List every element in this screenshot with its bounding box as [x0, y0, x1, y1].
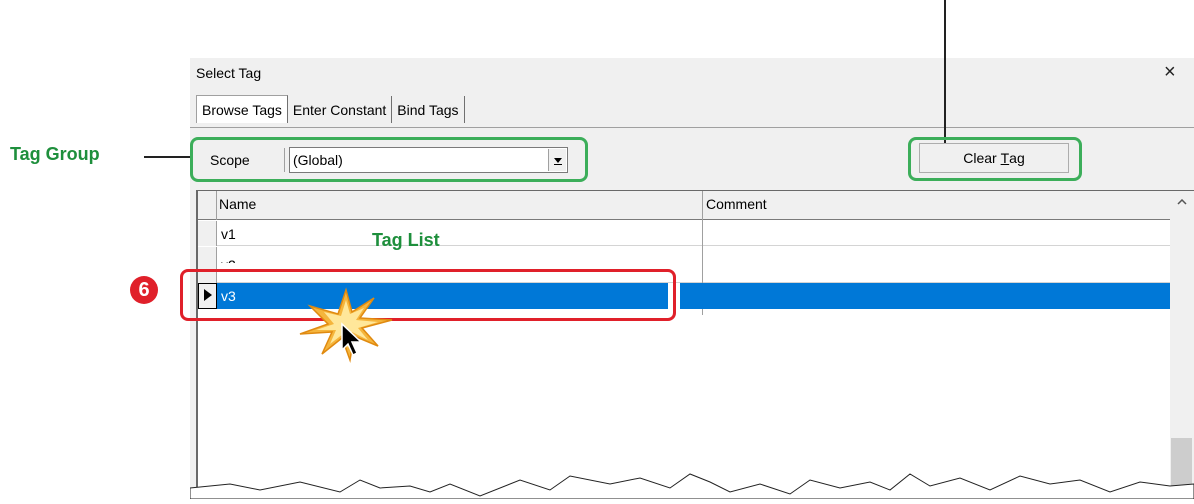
- mouse-cursor-icon: [340, 322, 366, 363]
- annotation-leader-line: [944, 0, 946, 143]
- row-selector[interactable]: [198, 221, 217, 246]
- column-header-name[interactable]: Name: [219, 196, 256, 212]
- header-selector-cell: [198, 191, 217, 220]
- column-header-comment[interactable]: Comment: [706, 196, 767, 212]
- annotation-tag-list: Tag List: [372, 230, 440, 250]
- annotation-leader-line: [144, 156, 190, 158]
- close-icon[interactable]: ×: [1164, 62, 1176, 82]
- tab-browse-tags[interactable]: Browse Tags: [196, 95, 288, 123]
- row-name-cell: v2: [221, 257, 236, 263]
- tab-divider: [190, 127, 1194, 128]
- annotation-selected-row-box: [180, 269, 676, 321]
- tab-enter-constant[interactable]: Enter Constant: [287, 96, 393, 123]
- table-row[interactable]: [198, 221, 1170, 246]
- step-badge: 6: [130, 276, 158, 304]
- annotation-scope-box: [190, 137, 588, 182]
- row-name-cell: v1: [221, 226, 236, 242]
- tab-bar: Browse Tags Enter Constant Bind Tags: [196, 95, 465, 123]
- scroll-up-icon[interactable]: [1170, 191, 1194, 213]
- dialog-title: Select Tag: [196, 65, 262, 81]
- row-name-clip: v2: [219, 253, 239, 263]
- annotation-tag-group: Tag Group: [10, 144, 100, 164]
- annotation-clear-box: [908, 137, 1082, 181]
- grid-header: [198, 191, 1170, 220]
- tab-bind-tags[interactable]: Bind Tags: [392, 96, 465, 123]
